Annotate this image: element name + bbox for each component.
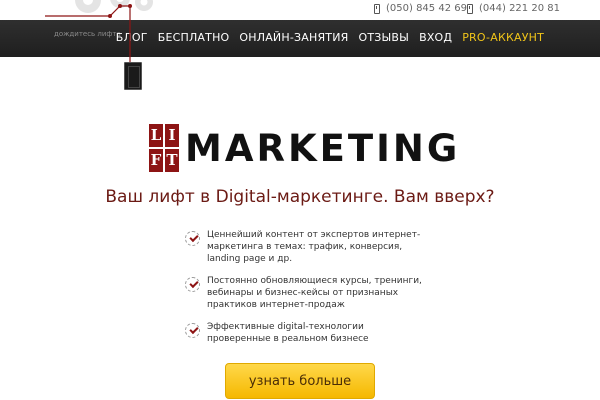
feature-item: Постоянно обновляющиеся курсы, тренинги,… — [185, 275, 425, 311]
logo-mark: L I F T — [149, 124, 179, 172]
nav-item-free[interactable]: БЕСПЛАТНО — [158, 31, 230, 44]
mobile-phone-icon — [374, 3, 380, 14]
feature-item: Эффективные digital-технологии проверенн… — [185, 321, 425, 345]
feature-text: Ценнейший контент от экспертов интернет-… — [207, 230, 421, 264]
logo-wordmark: MARKETING — [185, 126, 461, 170]
lift-marketing-logo[interactable]: L I F T MARKETING — [149, 124, 460, 172]
logo-letter: T — [165, 149, 179, 172]
elevator-cabin-icon — [124, 62, 142, 90]
checkmark-icon — [185, 323, 200, 338]
phone-number-1-text: (050) 845 42 69 — [386, 3, 467, 14]
phone-number-1[interactable]: (050) 845 42 69 — [374, 3, 467, 14]
nav-item-online-classes[interactable]: ОНЛАЙН-ЗАНЯТИЯ — [239, 31, 348, 44]
logo-letter: I — [165, 124, 179, 147]
feature-list: Ценнейший контент от экспертов интернет-… — [185, 229, 425, 355]
nav-item-reviews[interactable]: ОТЗЫВЫ — [358, 31, 409, 44]
learn-more-button[interactable]: узнать больше — [225, 363, 375, 399]
checkmark-icon — [185, 277, 200, 292]
nav-item-login[interactable]: ВХОД — [419, 31, 452, 44]
phone-number-2-text: (044) 221 20 81 — [479, 3, 560, 14]
main-nav: БЛОГ БЕСПЛАТНО ОНЛАЙН-ЗАНЯТИЯ ОТЗЫВЫ ВХО… — [116, 31, 544, 44]
checkmark-icon — [185, 231, 200, 246]
mobile-phone-icon — [467, 3, 473, 14]
phone-number-2[interactable]: (044) 221 20 81 — [467, 3, 560, 14]
logo-letter: L — [149, 124, 163, 147]
elevator-cable-icon — [45, 4, 132, 62]
feature-item: Ценнейший контент от экспертов интернет-… — [185, 229, 425, 265]
logo-letter: F — [149, 149, 163, 172]
feature-text: Постоянно обновляющиеся курсы, тренинги,… — [207, 276, 422, 310]
feature-text: Эффективные digital-технологии проверенн… — [207, 322, 369, 344]
nav-item-pro-account[interactable]: PRO-АККАУНТ — [462, 31, 544, 44]
hero-headline: Ваш лифт в Digital-маркетинге. Вам вверх… — [105, 187, 495, 207]
